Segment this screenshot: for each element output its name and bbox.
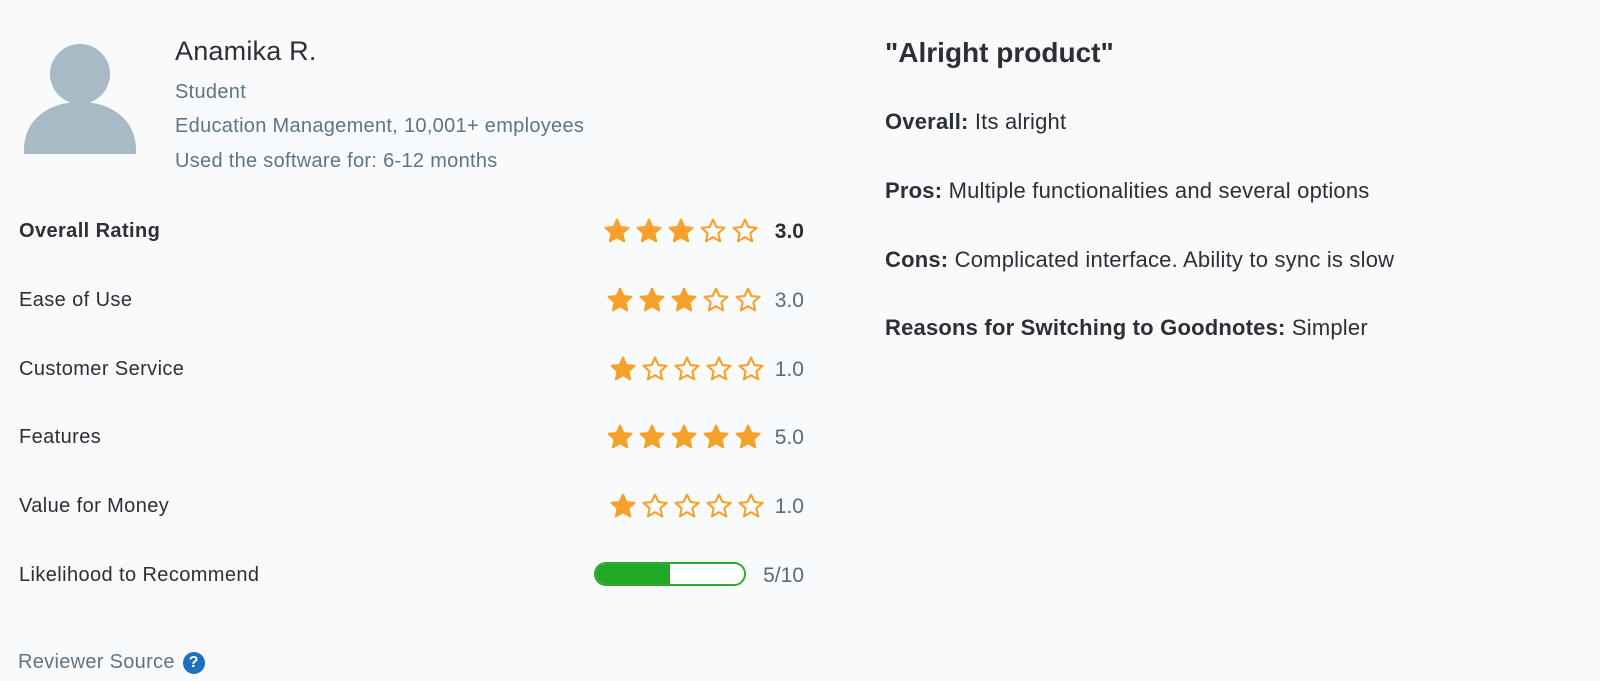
star-filled-icon <box>639 424 665 449</box>
review-cons: Cons: Complicated interface. Ability to … <box>885 247 1394 273</box>
star-filled-icon <box>607 287 633 312</box>
usage-value: 6-12 months <box>383 150 498 172</box>
star-rating <box>609 355 765 383</box>
reviewer-usage: Used the software for: 6-12 months <box>175 150 498 173</box>
review-switching-reason: Reasons for Switching to Goodnotes: Simp… <box>885 315 1368 341</box>
star-empty-icon <box>700 218 726 243</box>
review-summary-panel: Anamika R. Student Education Management,… <box>0 0 830 681</box>
rating-row-customer-service: Customer Service 1.0 <box>18 350 804 390</box>
recommend-progress-bar <box>594 562 746 586</box>
star-empty-icon <box>738 493 764 518</box>
star-rating <box>606 423 762 451</box>
star-empty-icon <box>706 356 732 381</box>
rating-label: Value for Money <box>19 495 170 517</box>
star-filled-icon <box>607 424 633 449</box>
star-rating <box>603 217 759 245</box>
switch-label: Reasons for Switching to Goodnotes: <box>885 315 1286 340</box>
review-card: Anamika R. Student Education Management,… <box>0 0 1600 681</box>
rating-row-ease-of-use: Ease of Use 3.0 <box>18 281 804 321</box>
user-silhouette-icon <box>24 44 136 154</box>
star-empty-icon <box>706 493 732 518</box>
rating-row-recommend: Likelihood to Recommend 5/10 <box>18 556 804 596</box>
reviewer-source-label: Reviewer Source <box>18 651 175 673</box>
reviewer-source-link[interactable]: Reviewer Source ? <box>18 651 205 674</box>
recommend-progress-fill <box>596 564 670 584</box>
rating-value: 1.0 <box>774 495 804 518</box>
rating-value: 5.0 <box>774 426 804 449</box>
rating-row-overall: Overall Rating 3.0 <box>18 212 804 252</box>
star-empty-icon <box>738 356 764 381</box>
star-filled-icon <box>703 424 729 449</box>
rating-value: 1.0 <box>774 358 804 381</box>
rating-value: 3.0 <box>774 289 804 312</box>
rating-row-value-for-money: Value for Money 1.0 <box>18 487 804 527</box>
star-empty-icon <box>642 356 668 381</box>
star-filled-icon <box>610 493 636 518</box>
star-filled-icon <box>610 356 636 381</box>
star-empty-icon <box>674 356 700 381</box>
review-pros: Pros: Multiple functionalities and sever… <box>885 178 1370 204</box>
star-filled-icon <box>604 218 630 243</box>
cons-text: Complicated interface. Ability to sync i… <box>954 247 1395 272</box>
review-overall: Overall: Its alright <box>885 109 1066 135</box>
star-filled-icon <box>671 424 697 449</box>
recommend-value: 5/10 <box>763 564 804 587</box>
review-title: "Alright product" <box>885 37 1114 68</box>
pros-label: Pros: <box>885 178 943 203</box>
cons-label: Cons: <box>885 247 949 272</box>
star-filled-icon <box>735 424 761 449</box>
reviewer-name: Anamika R. <box>175 36 317 66</box>
rating-row-features: Features 5.0 <box>18 418 804 458</box>
star-filled-icon <box>668 218 694 243</box>
recommend-label: Likelihood to Recommend <box>19 564 260 586</box>
rating-label: Ease of Use <box>19 289 133 311</box>
star-rating <box>609 492 765 520</box>
switch-text: Simpler <box>1291 315 1368 340</box>
rating-label: Overall Rating <box>19 220 161 242</box>
usage-label: Used the software for: <box>175 150 378 172</box>
overall-text: Its alright <box>974 109 1067 134</box>
rating-value: 3.0 <box>774 220 804 243</box>
question-circle-icon[interactable]: ? <box>182 651 205 674</box>
star-empty-icon <box>735 287 761 312</box>
star-filled-icon <box>639 287 665 312</box>
reviewer-company: Education Management, 10,001+ employees <box>175 115 585 137</box>
rating-label: Customer Service <box>19 358 185 380</box>
pros-text: Multiple functionalities and several opt… <box>948 178 1370 203</box>
reviewer-industry: Education Management <box>175 115 393 137</box>
star-empty-icon <box>703 287 729 312</box>
reviewer-company-size: 10,001+ employees <box>403 115 585 137</box>
star-empty-icon <box>642 493 668 518</box>
star-empty-icon <box>674 493 700 518</box>
star-empty-icon <box>732 218 758 243</box>
rating-label: Features <box>19 426 102 448</box>
reviewer-role: Student <box>175 81 247 103</box>
star-filled-icon <box>671 287 697 312</box>
star-rating <box>606 286 762 314</box>
star-filled-icon <box>636 218 662 243</box>
overall-label: Overall: <box>885 109 969 134</box>
